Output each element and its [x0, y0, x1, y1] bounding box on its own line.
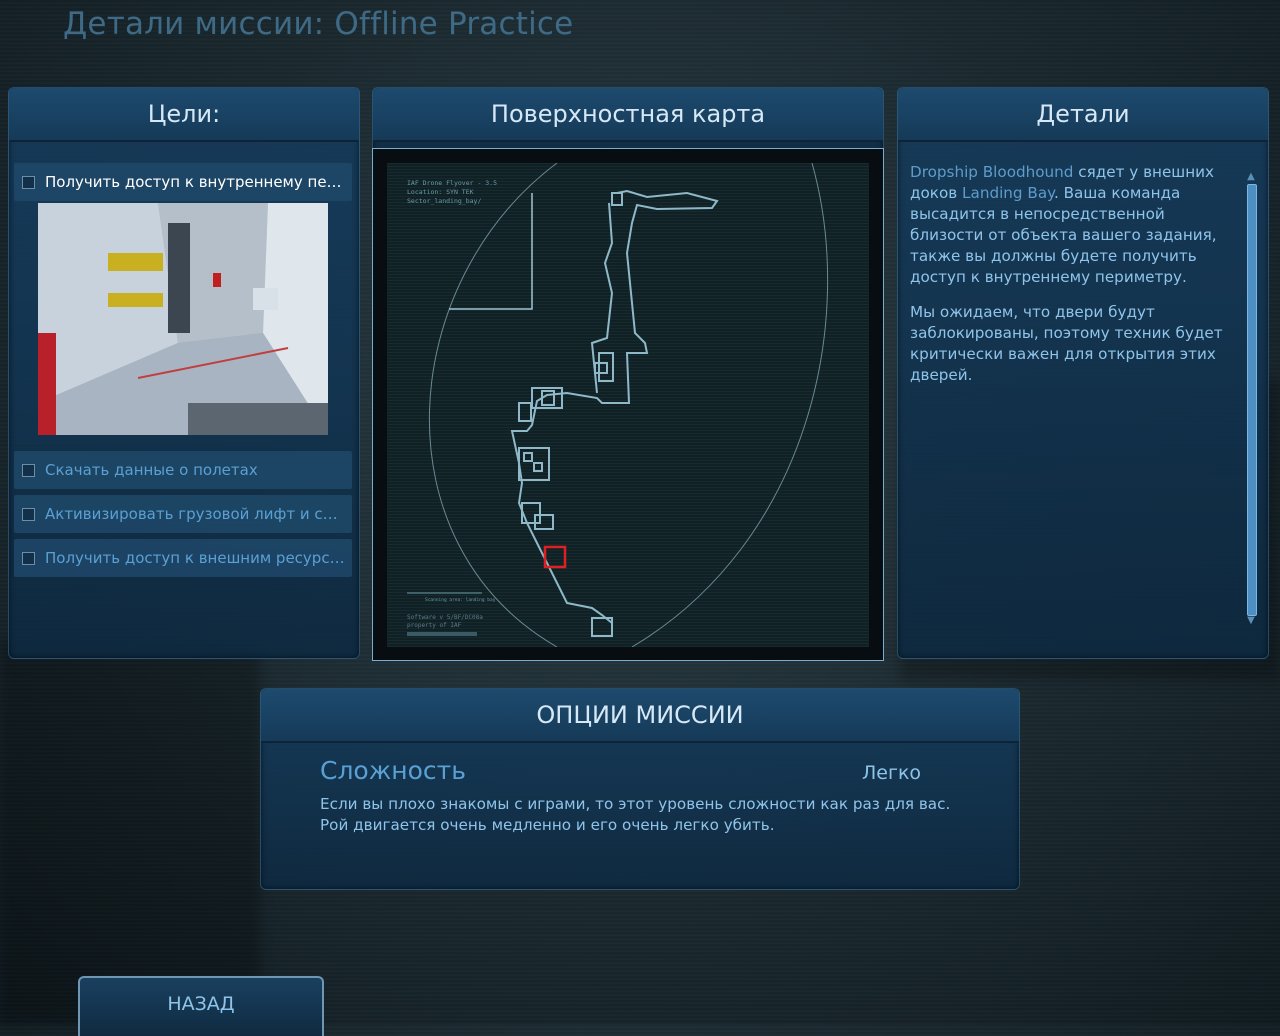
mission-options-header: ОПЦИИ МИССИИ — [261, 689, 1019, 743]
background-shadow — [0, 640, 260, 1024]
objective-item-4[interactable]: Получить доступ к внешним ресурсам — [14, 539, 352, 577]
back-button[interactable]: НАЗАД — [78, 976, 324, 1036]
objective-item-3[interactable]: Активизировать грузовой лифт и спуститьс… — [14, 495, 352, 533]
map-header: Поверхностная карта — [373, 88, 883, 142]
details-scrollbar[interactable]: ▲ ▼ — [1244, 172, 1258, 628]
mission-options-panel: ОПЦИИ МИССИИ — [260, 688, 1020, 890]
details-paragraph-2: Мы ожидаем, что двери будут заблокирован… — [910, 303, 1223, 384]
details-description: Dropship Bloodhound сядет у внешних доко… — [910, 162, 1240, 400]
map-overlay-line-3: Sector_landing_bay/ — [407, 197, 481, 205]
map-graphic: IAF Drone Flyover - 3.5 Location: SYN TE… — [387, 162, 869, 648]
objective-preview-image — [38, 203, 328, 435]
objective-checkbox[interactable] — [22, 175, 35, 189]
details-paragraph-1: Dropship Bloodhound сядет у внешних доко… — [910, 162, 1240, 288]
map-overlay-line-1: IAF Drone Flyover - 3.5 — [407, 179, 497, 187]
scroll-up-icon[interactable]: ▲ — [1244, 172, 1258, 182]
map-scan-label: Scanning area: landing bay — [425, 597, 496, 603]
surface-map[interactable]: IAF Drone Flyover - 3.5 Location: SYN TE… — [372, 148, 884, 661]
objective-item-1[interactable]: Получить доступ к внутреннему периметру — [14, 163, 352, 201]
page-title: Детали миссии: Offline Practice — [63, 6, 574, 42]
scroll-down-icon[interactable]: ▼ — [1244, 616, 1258, 626]
objective-checkbox[interactable] — [22, 551, 35, 565]
mission-options-title: ОПЦИИ МИССИИ — [536, 701, 744, 729]
objective-label: Скачать данные о полетах — [45, 461, 258, 479]
difficulty-value[interactable]: Легко — [862, 762, 921, 784]
difficulty-description: Если вы плохо знакомы с играми, то этот … — [320, 794, 960, 836]
map-footer-line-2: property of IAF — [407, 622, 462, 629]
map-overlay-line-2: Location: SYN TEK — [407, 188, 474, 196]
objective-label: Получить доступ к внутреннему периметру — [45, 173, 345, 191]
scroll-thumb[interactable] — [1247, 184, 1257, 616]
details-highlight-dropship: Dropship Bloodhound — [910, 163, 1074, 181]
difficulty-label: Сложность — [320, 756, 466, 785]
objective-label: Активизировать грузовой лифт и спуститьс… — [45, 505, 345, 523]
map-footer-line-1: Software v 5/BF/DC08a — [407, 614, 483, 621]
map-display: IAF Drone Flyover - 3.5 Location: SYN TE… — [387, 162, 869, 648]
difficulty-description-line-2: Рой двигается очень медленно и его очень… — [320, 816, 775, 834]
objective-preview-picture — [38, 203, 328, 435]
details-highlight-location: Landing Bay — [962, 184, 1054, 202]
objective-item-2[interactable]: Скачать данные о полетах — [14, 451, 352, 489]
objectives-header: Цели: — [9, 88, 359, 142]
objective-checkbox[interactable] — [22, 463, 35, 477]
objective-checkbox[interactable] — [22, 507, 35, 521]
objective-label: Получить доступ к внешним ресурсам — [45, 549, 345, 567]
details-header: Детали — [898, 88, 1268, 142]
difficulty-description-line-1: Если вы плохо знакомы с играми, то этот … — [320, 795, 951, 813]
